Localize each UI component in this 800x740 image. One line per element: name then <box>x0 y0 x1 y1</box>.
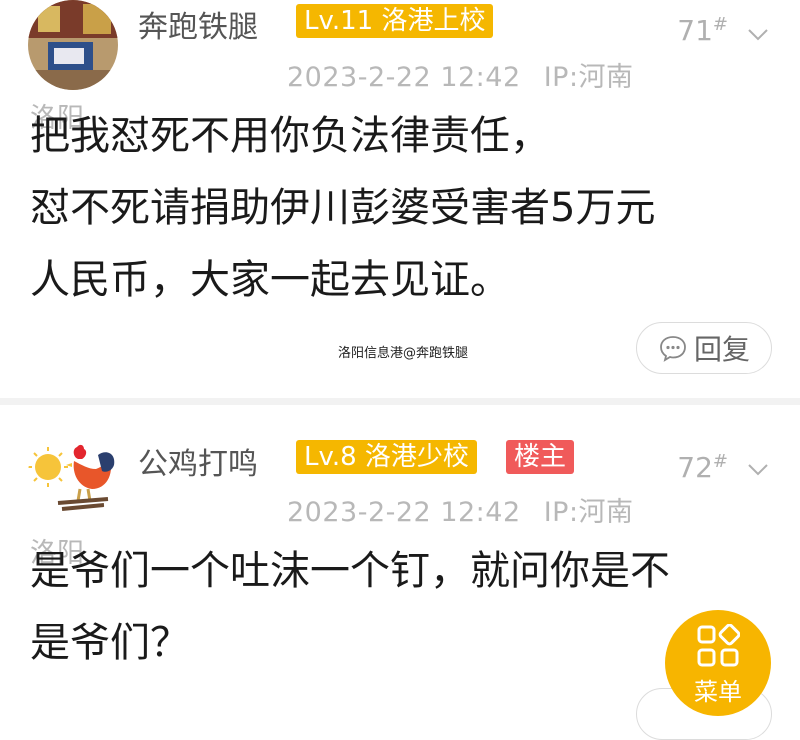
rooster-avatar-image <box>28 429 118 519</box>
post-ip: IP:河南 <box>543 62 634 93</box>
post-ip: IP:河南 <box>543 497 634 528</box>
post-content: 是爷们一个吐沫一个钉，就问你是不 是爷们？ <box>30 535 770 679</box>
avatar[interactable] <box>28 0 118 90</box>
watermark: 洛阳信息港@奔跑铁腿 <box>338 346 469 361</box>
owner-badge: 楼主 <box>506 440 575 474</box>
post-meta: 2023-2-22 12:42 IP:河南 <box>287 55 634 94</box>
reply-button[interactable]: 回复 <box>636 322 772 374</box>
username[interactable]: 奔跑铁腿 <box>138 2 258 46</box>
comment-icon <box>660 336 686 362</box>
floor-number: 72# <box>677 451 728 484</box>
floor-number-value: 72 <box>677 451 713 484</box>
content-line: 是爷们？ <box>30 620 190 666</box>
username[interactable]: 公鸡打鸣 <box>138 439 258 483</box>
menu-label: 菜单 <box>694 678 742 706</box>
content-line: 怼不死请捐助伊川彭婆受害者5万元 <box>30 185 656 231</box>
grid-menu-icon <box>697 624 740 667</box>
chevron-down-icon[interactable] <box>746 457 770 481</box>
floor-hash: # <box>712 14 728 35</box>
avatar-image <box>28 0 118 90</box>
post-content: 把我怼死不用你负法律责任， 怼不死请捐助伊川彭婆受害者5万元 人民币，大家一起去… <box>30 100 770 316</box>
chevron-down-icon[interactable] <box>746 22 770 46</box>
floor-number-value: 71 <box>677 14 713 47</box>
post-date: 2023-2-22 12:42 <box>287 497 521 528</box>
post-divider <box>0 398 800 405</box>
floor-hash: # <box>712 451 728 472</box>
content-line: 是爷们一个吐沫一个钉，就问你是不 <box>30 548 670 594</box>
post-date: 2023-2-22 12:42 <box>287 62 521 93</box>
level-badge: Lv.8 洛港少校 <box>296 440 477 474</box>
post-71: 奔跑铁腿 Lv.11 洛港上校 71# 2023-2-22 12:42 IP:河… <box>0 0 800 398</box>
content-line: 把我怼死不用你负法律责任， <box>30 113 550 159</box>
content-line: 人民币，大家一起去见证。 <box>30 257 510 303</box>
menu-fab-button[interactable]: 菜单 <box>665 610 771 716</box>
post-meta: 2023-2-22 12:42 IP:河南 <box>287 490 634 529</box>
floor-number: 71# <box>677 14 728 47</box>
level-badge: Lv.11 洛港上校 <box>296 4 494 38</box>
avatar[interactable] <box>28 429 118 519</box>
reply-label: 回复 <box>693 333 750 366</box>
